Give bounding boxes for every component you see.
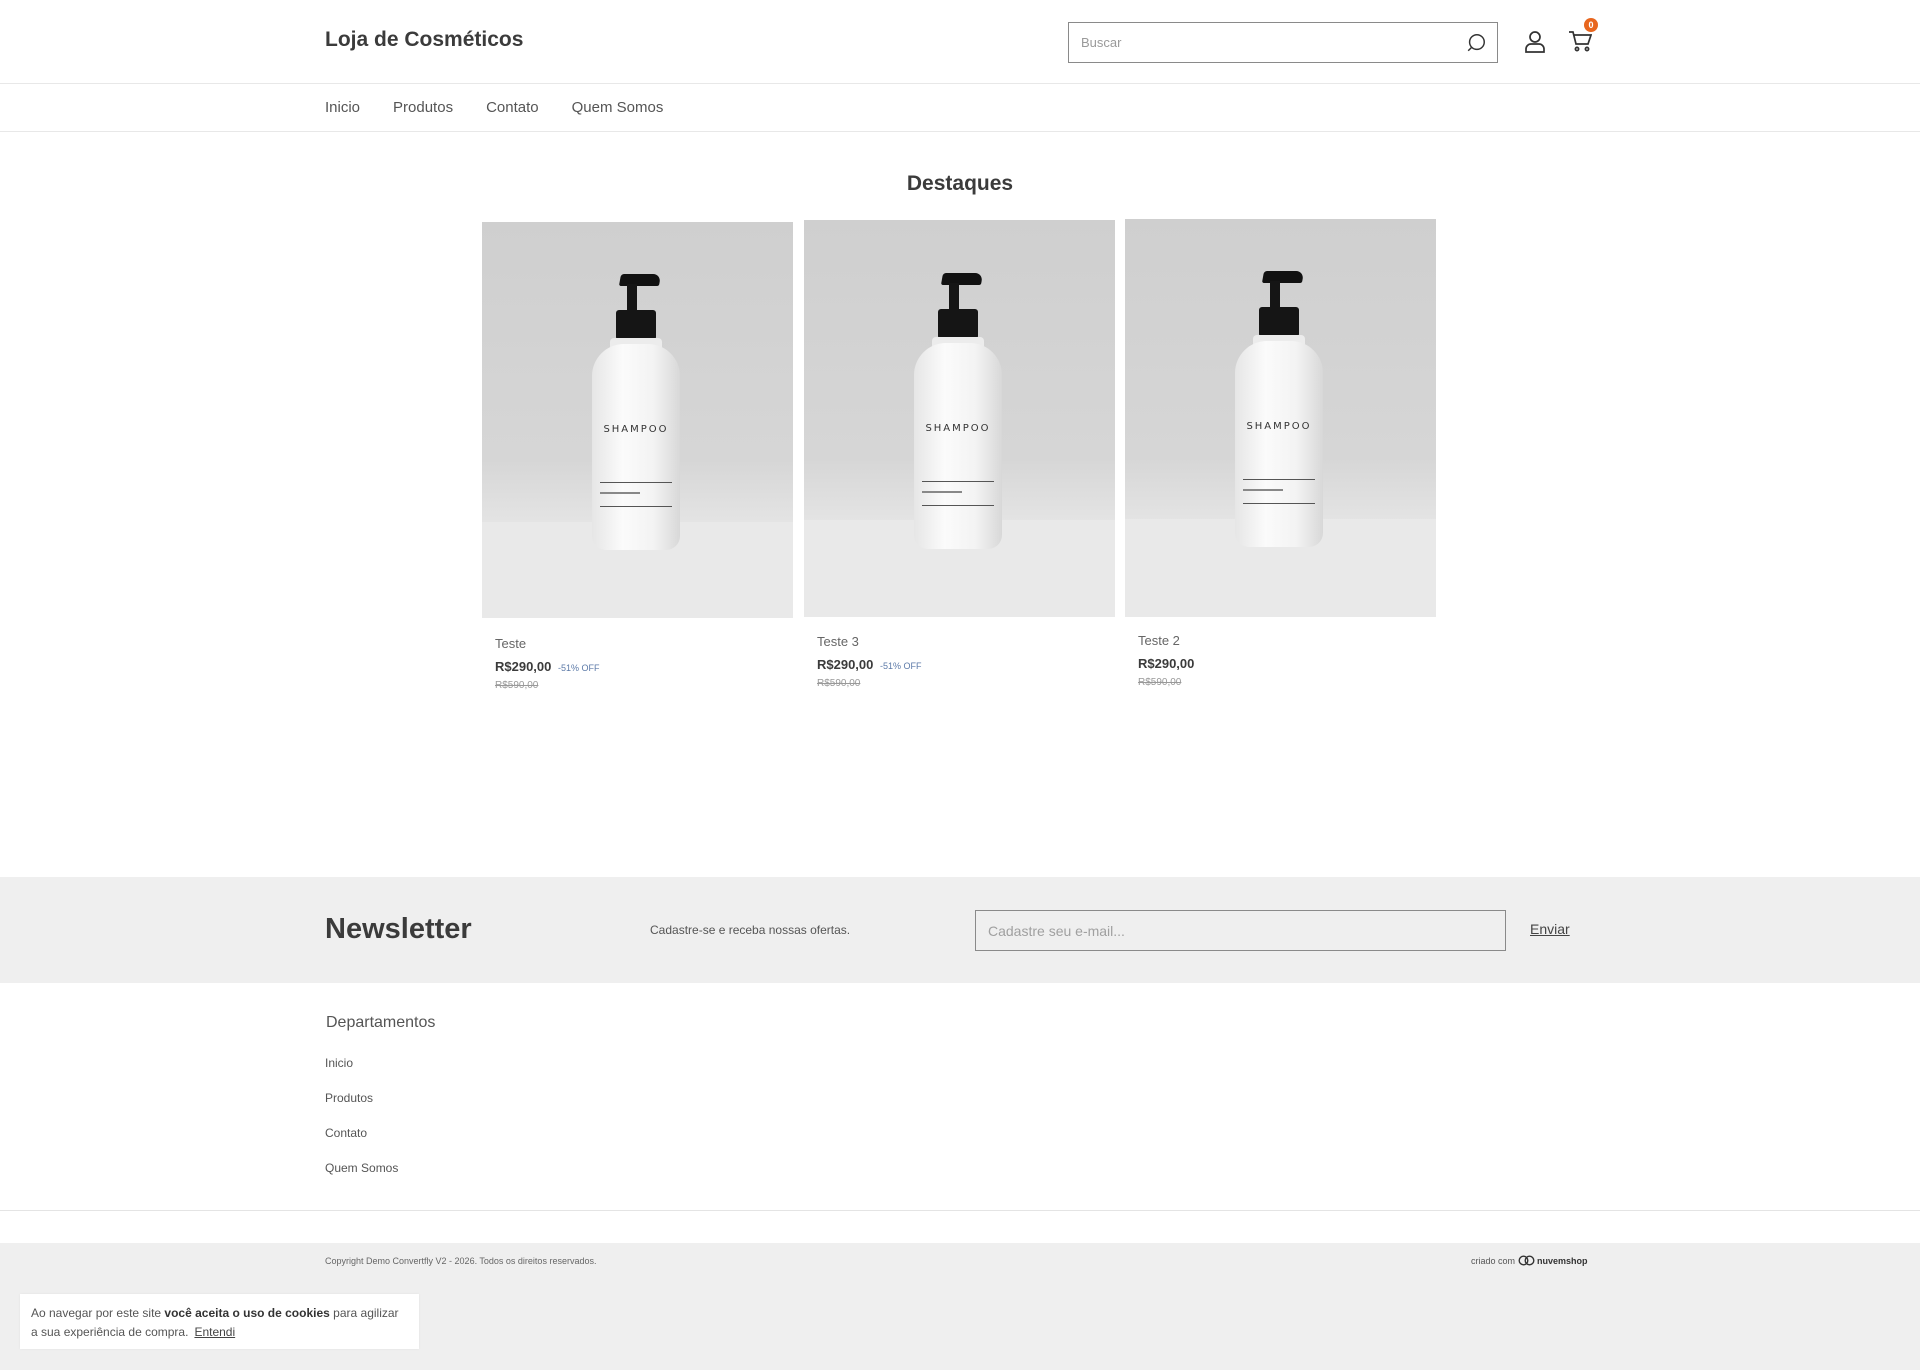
featured-title: Destaques (906, 172, 1014, 195)
bottle-label: SHAMPOO (1246, 421, 1312, 432)
search-box (1068, 22, 1498, 63)
nav-item-produtos[interactable]: Produtos (393, 99, 453, 116)
footer-link-contato[interactable]: Contato (325, 1126, 435, 1140)
product-price: R$290,00 (1138, 656, 1195, 671)
bottle-label: SHAMPOO (603, 424, 669, 435)
discount-badge: -51% OFF (558, 663, 600, 673)
newsletter-section: Newsletter Cadastre-se e receba nossas o… (0, 877, 1920, 983)
product-name[interactable]: Teste (495, 636, 793, 651)
footer-link-inicio[interactable]: Inicio (325, 1056, 435, 1070)
product-name[interactable]: Teste 2 (1138, 633, 1436, 648)
store-logo[interactable]: Loja de Cosméticos (325, 28, 523, 52)
footer-departments: Departamentos Inicio Produtos Contato Qu… (325, 1014, 435, 1196)
discount-badge: -51% OFF (880, 661, 922, 671)
copyright-text: Copyright Demo Convertfly V2 - 2026. Tod… (325, 1256, 597, 1266)
cookie-text-bold: você aceita o uso de cookies (164, 1306, 330, 1320)
product-image[interactable]: SHAMPOO (804, 220, 1115, 617)
created-with-text: criado com (1471, 1255, 1516, 1266)
platform-credit[interactable]: criado com nuvemshop (1471, 1255, 1588, 1266)
cart-icon[interactable] (1568, 30, 1592, 52)
nav-item-contato[interactable]: Contato (486, 99, 539, 116)
product-old-price: R$590,00 (1138, 677, 1182, 688)
product-card[interactable]: SHAMPOO Teste 3 R$290,00 -51% OFF R$590,… (804, 220, 1115, 689)
footer-link-quem-somos[interactable]: Quem Somos (325, 1161, 435, 1175)
product-card[interactable]: SHAMPOO Teste 2 R$290,00 R$590,00 (1125, 219, 1436, 688)
product-old-price: R$590,00 (817, 678, 861, 689)
newsletter-submit-button[interactable]: Enviar (1530, 921, 1570, 937)
nav-item-quem-somos[interactable]: Quem Somos (572, 99, 664, 116)
product-image[interactable]: SHAMPOO (482, 222, 793, 618)
departments-title: Departamentos (326, 1014, 436, 1031)
newsletter-email-input[interactable] (975, 910, 1506, 951)
footer-divider (0, 1210, 1920, 1211)
product-price: R$290,00 (495, 659, 552, 674)
product-price: R$290,00 (817, 657, 874, 672)
cookie-text-before: Ao navegar por este site (31, 1306, 165, 1320)
user-icon[interactable] (1524, 30, 1546, 54)
site-header: Loja de Cosméticos 0 (0, 0, 1920, 84)
cookie-accept-link[interactable]: Entendi (194, 1325, 235, 1339)
product-card[interactable]: SHAMPOO Teste R$290,00 -51% OFF R$590,00 (482, 222, 793, 691)
nuvemshop-logo-icon (1518, 1255, 1535, 1266)
main-nav: Inicio Produtos Contato Quem Somos (0, 84, 1920, 132)
product-image[interactable]: SHAMPOO (1125, 219, 1436, 617)
footer-link-produtos[interactable]: Produtos (325, 1091, 435, 1105)
platform-name: nuvemshop (1537, 1255, 1588, 1266)
bottle-label: SHAMPOO (925, 423, 991, 434)
cart-count-badge: 0 (1584, 18, 1598, 32)
cookie-banner: Ao navegar por este site você aceita o u… (20, 1294, 419, 1349)
search-icon[interactable] (1465, 32, 1487, 54)
nav-item-inicio[interactable]: Inicio (325, 99, 360, 116)
newsletter-title: Newsletter (325, 913, 472, 945)
search-input[interactable] (1069, 23, 1439, 62)
product-old-price: R$590,00 (495, 680, 539, 691)
newsletter-text: Cadastre-se e receba nossas ofertas. (650, 923, 851, 937)
product-name[interactable]: Teste 3 (817, 634, 1115, 649)
